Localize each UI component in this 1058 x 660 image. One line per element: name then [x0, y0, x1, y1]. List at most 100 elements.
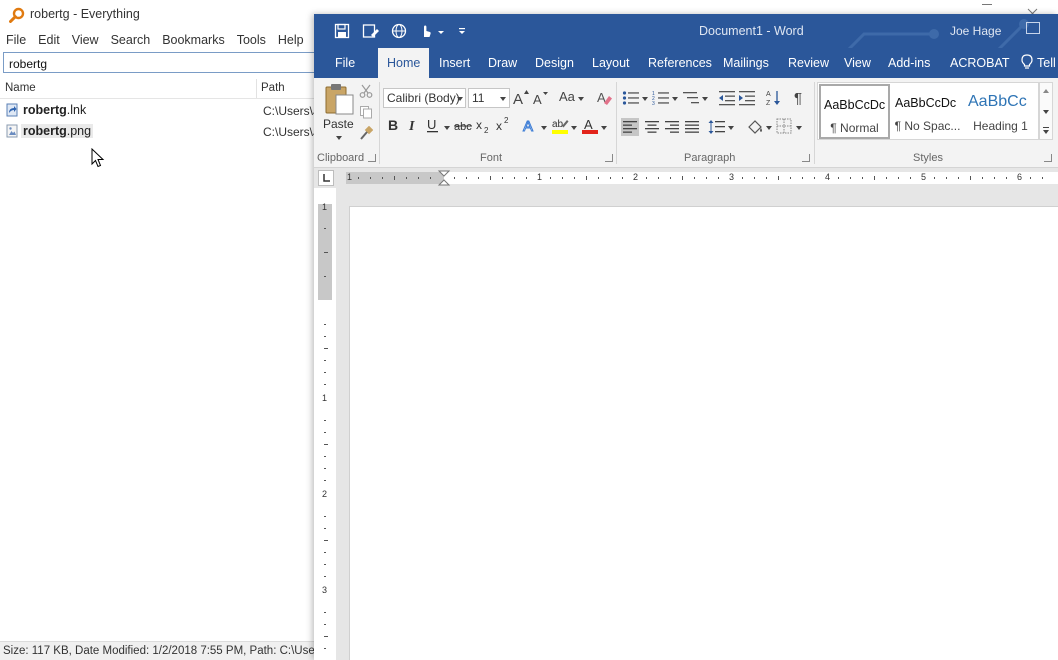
- tab-selector-button[interactable]: [318, 170, 334, 186]
- touch-mode-dropdown-icon[interactable]: [437, 22, 445, 40]
- font-name-box[interactable]: Calibri (Body): [383, 88, 466, 108]
- tab-mailings[interactable]: Mailings: [723, 56, 769, 70]
- superscript-icon[interactable]: x 2: [496, 116, 512, 132]
- styles-gallery-scroll[interactable]: [1039, 82, 1053, 140]
- result-row-png[interactable]: robertg.png C:\Users\Jo: [0, 122, 326, 142]
- text-highlight-icon[interactable]: ab: [551, 117, 569, 135]
- horizontal-ruler[interactable]: 1 1 2 3 4 5 6: [314, 168, 1058, 188]
- sort-icon[interactable]: A Z: [766, 89, 782, 107]
- ruler-number: 2: [322, 489, 328, 499]
- paste-dropdown-icon[interactable]: [336, 136, 342, 140]
- tab-design[interactable]: Design: [535, 56, 574, 70]
- text-effects-dropdown-icon[interactable]: [541, 126, 547, 130]
- menu-view[interactable]: View: [66, 31, 105, 51]
- text-effects-icon[interactable]: A: [522, 117, 538, 134]
- result-row-lnk[interactable]: robertg.lnk C:\Users\Jo: [0, 101, 326, 121]
- clear-formatting-icon[interactable]: A: [596, 89, 612, 105]
- paragraph-dialog-launcher[interactable]: [802, 154, 810, 162]
- font-name-dropdown-icon[interactable]: [457, 97, 463, 101]
- save-as-icon[interactable]: [362, 22, 380, 40]
- line-spacing-dropdown-icon[interactable]: [728, 126, 734, 130]
- tab-file[interactable]: File: [335, 56, 355, 70]
- shading-icon[interactable]: [746, 118, 764, 136]
- menu-tools[interactable]: Tools: [231, 31, 272, 51]
- numbering-icon[interactable]: 1 2 3: [652, 90, 670, 106]
- clipboard-dialog-launcher[interactable]: [368, 154, 376, 162]
- font-color-icon[interactable]: A: [581, 117, 599, 135]
- style-heading-1[interactable]: AaBbCc Heading 1: [965, 84, 1036, 139]
- customize-qat-icon[interactable]: [457, 22, 467, 40]
- column-name-header[interactable]: Name: [5, 82, 36, 94]
- multilevel-list-icon[interactable]: [682, 90, 700, 106]
- numbering-dropdown-icon[interactable]: [672, 97, 678, 101]
- underline-icon[interactable]: U: [427, 118, 439, 133]
- paste-icon[interactable]: [323, 82, 355, 116]
- tab-home[interactable]: Home: [378, 48, 430, 78]
- tab-references[interactable]: References: [648, 56, 712, 70]
- italic-icon[interactable]: I: [408, 118, 418, 132]
- bullets-dropdown-icon[interactable]: [642, 97, 648, 101]
- styles-dialog-launcher[interactable]: [1044, 154, 1052, 162]
- change-case-dropdown-icon[interactable]: [578, 97, 584, 101]
- font-color-dropdown-icon[interactable]: [601, 126, 607, 130]
- tab-insert[interactable]: Insert: [439, 56, 470, 70]
- lightbulb-icon[interactable]: [1021, 54, 1033, 70]
- change-case-button[interactable]: Aa: [559, 89, 575, 104]
- subscript-icon[interactable]: x 2: [476, 118, 492, 134]
- search-input[interactable]: [3, 52, 323, 73]
- increase-indent-icon[interactable]: [738, 90, 756, 106]
- strikethrough-icon[interactable]: abc: [454, 119, 472, 133]
- styles-group-label: Styles: [913, 152, 943, 164]
- tell-me-search[interactable]: Tell: [1037, 56, 1056, 70]
- align-center-icon[interactable]: [643, 118, 661, 136]
- format-painter-icon[interactable]: [359, 126, 373, 140]
- image-file-icon: [6, 124, 18, 138]
- tab-draw[interactable]: Draw: [488, 56, 517, 70]
- align-left-icon[interactable]: [621, 118, 639, 136]
- ribbon-display-options-button[interactable]: [1026, 22, 1040, 34]
- word-title-bar[interactable]: Document1 - Word Joe Hage: [314, 14, 1058, 48]
- paste-button[interactable]: Paste: [323, 117, 354, 131]
- tab-layout[interactable]: Layout: [592, 56, 630, 70]
- borders-icon[interactable]: [776, 118, 792, 134]
- tab-add-ins[interactable]: Add-ins: [888, 56, 930, 70]
- menu-file[interactable]: File: [0, 31, 32, 51]
- web-layout-icon[interactable]: [391, 22, 408, 40]
- tab-view[interactable]: View: [844, 56, 871, 70]
- tab-review[interactable]: Review: [788, 56, 829, 70]
- menu-edit[interactable]: Edit: [32, 31, 66, 51]
- underline-dropdown-icon[interactable]: [444, 126, 450, 130]
- touch-mode-icon[interactable]: [418, 22, 434, 40]
- cut-icon[interactable]: [359, 84, 373, 98]
- grow-font-icon[interactable]: A: [513, 89, 529, 105]
- shrink-font-icon[interactable]: A: [533, 90, 549, 106]
- column-divider[interactable]: [256, 79, 257, 98]
- tab-acrobat[interactable]: ACROBAT: [950, 56, 1010, 70]
- font-dialog-launcher[interactable]: [605, 154, 613, 162]
- menu-help[interactable]: Help: [272, 31, 310, 51]
- copy-icon[interactable]: [359, 105, 373, 119]
- menu-search[interactable]: Search: [105, 31, 157, 51]
- style-no-spacing[interactable]: AaBbCcDc ¶ No Spac...: [892, 84, 963, 139]
- font-size-dropdown-icon[interactable]: [500, 97, 506, 101]
- bold-icon[interactable]: B: [388, 118, 400, 132]
- column-path-header[interactable]: Path: [261, 82, 285, 94]
- signed-in-user[interactable]: Joe Hage: [950, 24, 1001, 38]
- vertical-ruler[interactable]: 1 1 2 3: [318, 202, 332, 660]
- show-formatting-marks-icon[interactable]: ¶: [794, 89, 806, 105]
- menu-bookmarks[interactable]: Bookmarks: [156, 31, 231, 51]
- decrease-indent-icon[interactable]: [718, 90, 736, 106]
- title-bar-circuit-decoration: [847, 19, 1029, 48]
- justify-icon[interactable]: [683, 118, 701, 136]
- document-page[interactable]: [349, 206, 1058, 660]
- multilevel-dropdown-icon[interactable]: [702, 97, 708, 101]
- borders-dropdown-icon[interactable]: [796, 126, 802, 130]
- bullets-icon[interactable]: [622, 90, 640, 106]
- highlight-dropdown-icon[interactable]: [571, 126, 577, 130]
- line-spacing-icon[interactable]: [708, 118, 726, 136]
- shading-dropdown-icon[interactable]: [766, 126, 772, 130]
- style-normal[interactable]: AaBbCcDc ¶ Normal: [819, 84, 890, 139]
- save-icon[interactable]: [334, 22, 350, 40]
- align-right-icon[interactable]: [663, 118, 681, 136]
- ruler-ticks: [358, 170, 1043, 186]
